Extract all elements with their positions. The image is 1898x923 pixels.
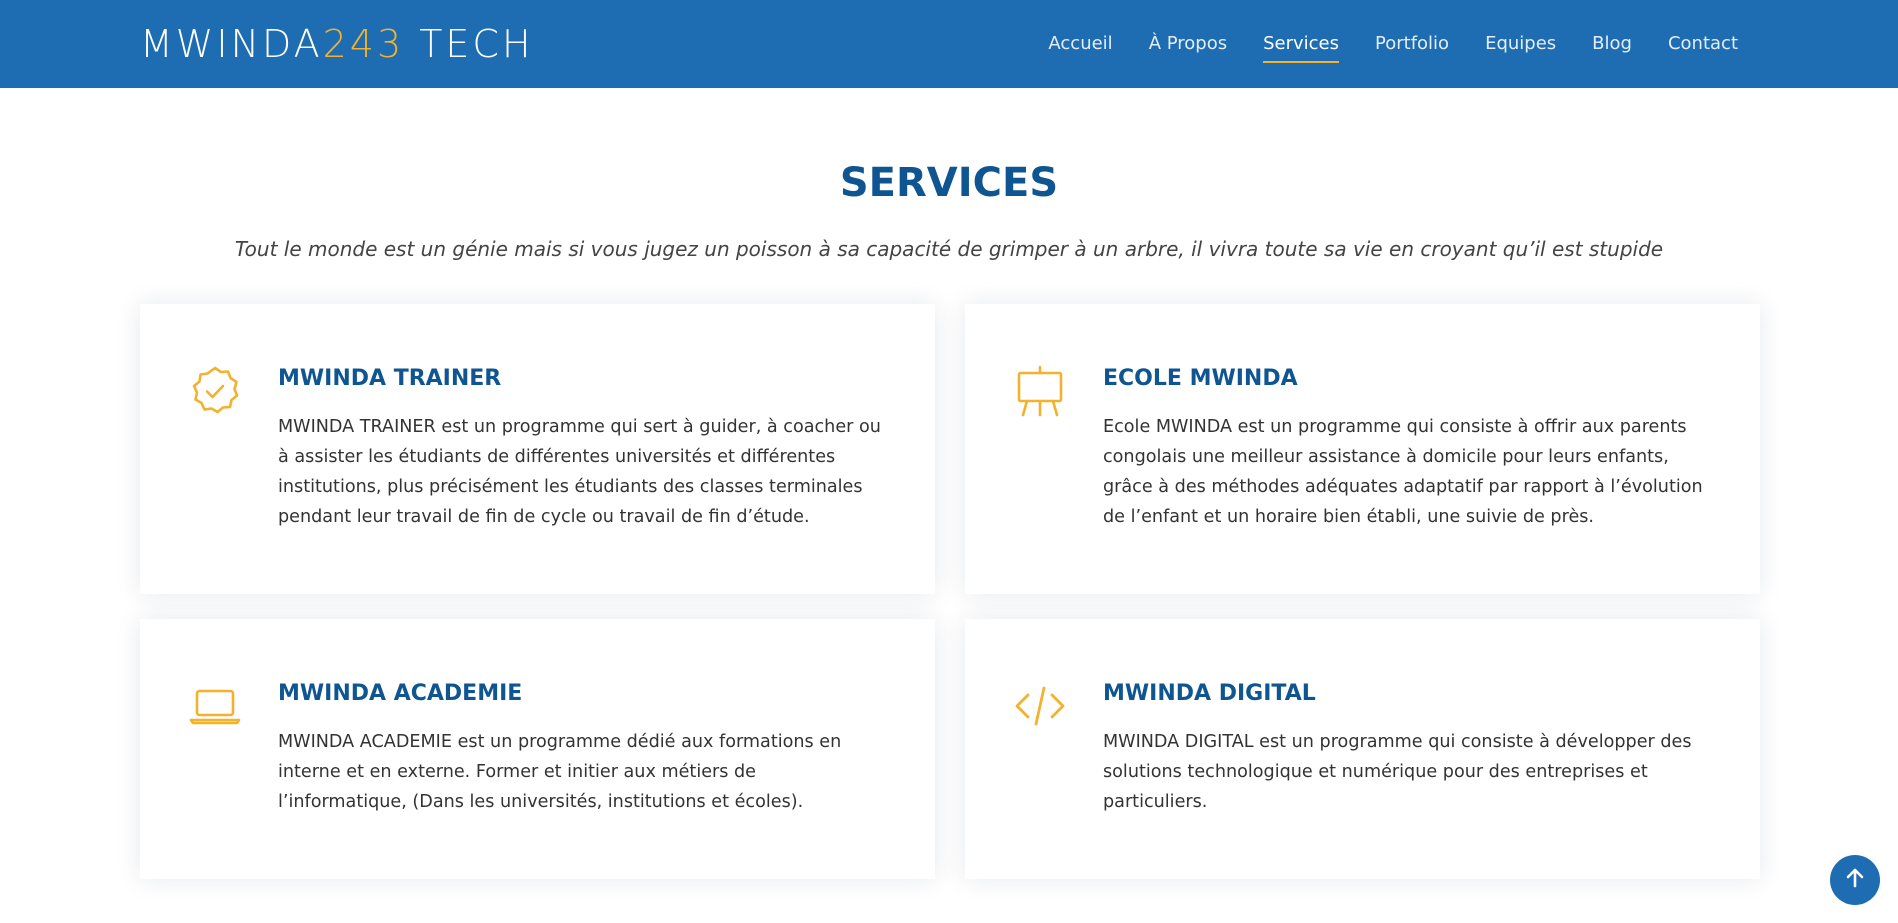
nav-link-services[interactable]: Services [1245,0,1357,88]
logo-text-part3: TECH [404,22,534,66]
arrow-up-icon [1844,867,1866,893]
section-subtitle: Tout le monde est un génie mais si vous … [234,237,1664,261]
site-logo[interactable]: MWINDA243 TECH [140,20,534,68]
badge-check-icon [188,364,242,418]
nav-link-a-propos[interactable]: À Propos [1131,0,1245,88]
nav-link-portfolio[interactable]: Portfolio [1357,0,1467,88]
service-description: MWINDA ACADEMIE est un programme dédié a… [278,732,842,812]
service-card-digital: MWINDA DIGITAL MWINDA DIGITAL est un pro… [965,619,1760,879]
service-description: MWINDA DIGITAL est un programme qui cons… [1103,732,1692,812]
service-card-trainer: MWINDA TRAINER MWINDA TRAINER est un pro… [140,304,935,594]
site-header: MWINDA243 TECH Accueil À Propos Services… [0,0,1898,88]
nav-link-equipes[interactable]: Equipes [1467,0,1574,88]
service-card-ecole: ECOLE MWINDA Ecole MWINDA est un program… [965,304,1760,594]
nav-link-accueil[interactable]: Accueil [1030,0,1130,88]
section-title: SERVICES [839,160,1059,206]
laptop-icon [188,679,242,733]
main-nav: Accueil À Propos Services Portfolio Equi… [1030,0,1756,88]
service-title: MWINDA DIGITAL [1103,681,1316,706]
service-title: ECOLE MWINDA [1103,366,1298,391]
easel-icon [1013,364,1067,418]
logo-text-part2: 243 [322,22,405,66]
service-card-academie: MWINDA ACADEMIE MWINDA ACADEMIE est un p… [140,619,935,879]
service-description: Ecole MWINDA est un programme qui consis… [1103,417,1703,527]
code-slash-icon [1013,679,1067,733]
nav-link-contact[interactable]: Contact [1650,0,1756,88]
nav-link-blog[interactable]: Blog [1574,0,1650,88]
logo-text-part1: MWINDA [140,22,323,66]
service-title: MWINDA ACADEMIE [278,681,523,706]
service-title: MWINDA TRAINER [278,366,502,391]
service-description: MWINDA TRAINER est un programme qui sert… [278,417,881,527]
back-to-top-button[interactable] [1830,855,1880,905]
